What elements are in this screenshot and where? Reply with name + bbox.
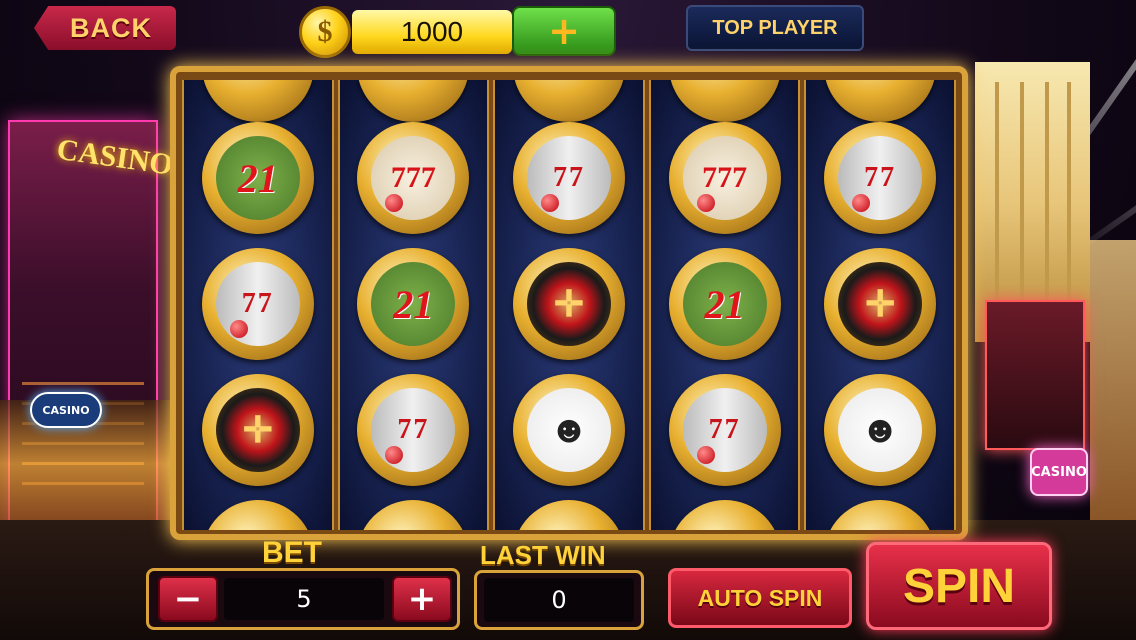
back-button[interactable]: BACK xyxy=(34,6,176,50)
roulette-symbol-icon: ✛ xyxy=(201,374,314,486)
partial-symbol xyxy=(357,80,470,122)
partial-symbol xyxy=(201,80,314,122)
right-neon-building xyxy=(985,300,1085,450)
add-coins-button[interactable]: + xyxy=(512,6,616,56)
21-symbol-icon: 21 xyxy=(357,248,470,360)
roulette-symbol-icon: ✛ xyxy=(512,248,625,360)
slot-symbol-icon: 77 xyxy=(201,248,314,360)
partial-symbol xyxy=(201,500,314,530)
partial-symbol xyxy=(824,500,937,530)
auto-spin-button[interactable]: AUTO SPIN xyxy=(668,568,852,628)
partial-symbol xyxy=(512,80,625,122)
cherry-icon xyxy=(385,446,404,464)
reel-2: 777 21 77 xyxy=(337,80,490,530)
top-player-button[interactable]: TOP PLAYER xyxy=(686,5,864,51)
slot-symbol-icon: 77 xyxy=(512,122,625,234)
left-small-casino-sign: CASINO xyxy=(30,392,102,428)
bet-label: BET xyxy=(262,536,322,569)
slot-reels: 21 77 ✛ 777 21 77 77 ✛ ☻ 777 21 77 77 ✛ ☻ xyxy=(182,80,956,530)
cherry-icon xyxy=(696,446,715,464)
reel-4: 777 21 77 xyxy=(648,80,801,530)
last-win-label: LAST WIN xyxy=(480,540,606,570)
right-casino-sign: CASINO xyxy=(1030,448,1088,496)
reel-3: 77 ✛ ☻ xyxy=(493,80,645,530)
21-symbol-icon: 21 xyxy=(201,122,314,234)
coin-balance: 1000 xyxy=(352,10,512,54)
partial-symbol xyxy=(357,500,470,530)
dealer-symbol-icon: ☻ xyxy=(824,374,937,486)
last-win-value: 0 xyxy=(484,578,634,622)
dealer-symbol-icon: ☻ xyxy=(512,374,625,486)
slot-symbol-icon: 77 xyxy=(824,122,937,234)
777-symbol-icon: 777 xyxy=(668,122,781,234)
slot-symbol-icon: 77 xyxy=(357,374,470,486)
cherry-icon xyxy=(385,194,404,212)
partial-symbol xyxy=(668,80,781,122)
reel-1: 21 77 ✛ xyxy=(182,80,334,530)
roulette-symbol-icon: ✛ xyxy=(824,248,937,360)
right-building-strip xyxy=(1090,240,1136,540)
21-symbol-icon: 21 xyxy=(668,248,781,360)
coin-icon: $ xyxy=(299,6,351,58)
reel-5: 77 ✛ ☻ xyxy=(804,80,956,530)
slot-symbol-icon: 77 xyxy=(668,374,781,486)
cherry-icon xyxy=(696,194,715,212)
spin-button[interactable]: SPIN xyxy=(866,542,1052,630)
777-symbol-icon: 777 xyxy=(357,122,470,234)
cherry-icon xyxy=(852,194,871,212)
bet-increase-button[interactable]: + xyxy=(392,576,452,622)
cherry-icon xyxy=(229,320,248,338)
partial-symbol xyxy=(668,500,781,530)
cherry-icon xyxy=(540,194,559,212)
bet-value: 5 xyxy=(224,578,384,620)
partial-symbol xyxy=(512,500,625,530)
bet-decrease-button[interactable]: − xyxy=(158,576,218,622)
partial-symbol xyxy=(824,80,937,122)
